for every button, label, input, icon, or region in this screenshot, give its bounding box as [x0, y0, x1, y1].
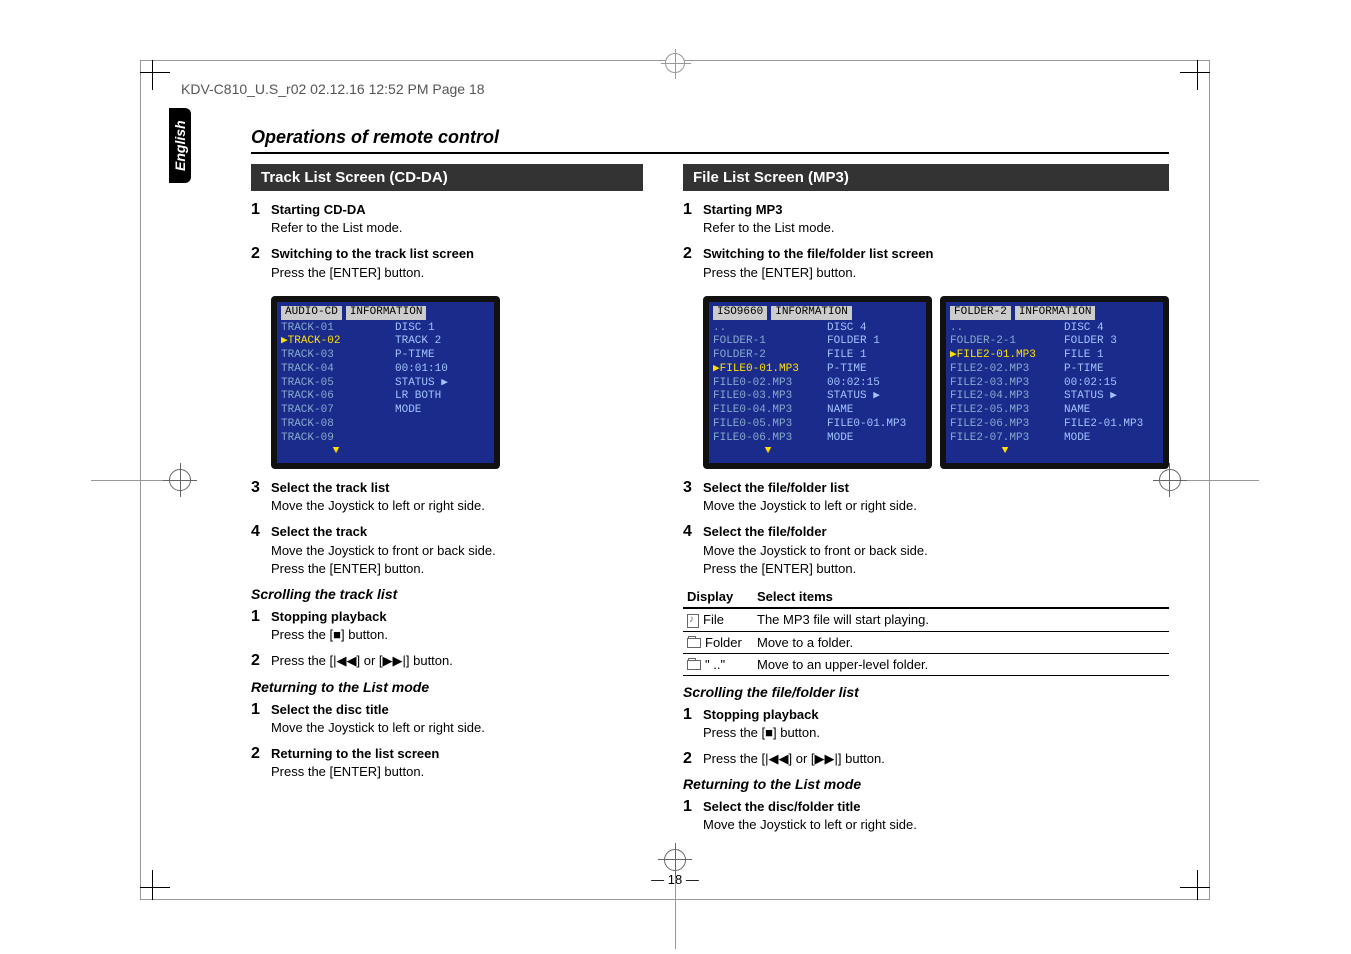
- file-icon: [687, 614, 699, 628]
- instruction-step: 2 Press the [|◀◀] or [▶▶|] button.: [251, 652, 643, 670]
- subheading: Returning to the List mode: [251, 679, 643, 695]
- crop-mark: [1180, 60, 1210, 90]
- left-heading: Track List Screen (CD-DA): [251, 164, 643, 191]
- step-number: 1: [683, 201, 703, 237]
- step-title: Returning to the list screen: [271, 745, 439, 763]
- step-number: 3: [251, 479, 271, 515]
- step-number: 1: [683, 706, 703, 742]
- step-body: Starting CD-DA Refer to the List mode.: [271, 201, 403, 237]
- step-number: 1: [251, 201, 271, 237]
- step-body: Press the [|◀◀] or [▶▶|] button.: [703, 750, 885, 768]
- folder-icon: [687, 638, 701, 648]
- step-number: 4: [683, 523, 703, 578]
- step-body: Returning to the list screen Press the […: [271, 745, 439, 781]
- language-tab: English: [169, 108, 191, 183]
- instruction-step: 1 Select the disc title Move the Joystic…: [251, 701, 643, 737]
- instruction-step: 4 Select the file/folder Move the Joysti…: [683, 523, 1169, 578]
- step-title: Stopping playback: [271, 608, 388, 626]
- step-title: Select the disc title: [271, 701, 485, 719]
- step-body: Select the track list Move the Joystick …: [271, 479, 485, 515]
- step-title: Select the track list: [271, 479, 485, 497]
- page-header-info: KDV-C810_U.S_r02 02.12.16 12:52 PM Page …: [181, 81, 1169, 97]
- table-header: Select items: [753, 586, 1169, 608]
- step-number: 2: [683, 245, 703, 281]
- left-column: Track List Screen (CD-DA) 1 Starting CD-…: [251, 164, 643, 842]
- select-items-cell: Move to an upper-level folder.: [753, 653, 1169, 675]
- step-body: Starting MP3 Refer to the List mode.: [703, 201, 835, 237]
- step-body: Switching to the file/folder list screen…: [703, 245, 933, 281]
- step-body: Select the file/folder Move the Joystick…: [703, 523, 928, 578]
- step-title: Select the disc/folder title: [703, 798, 917, 816]
- table-row: Folder Move to a folder.: [683, 631, 1169, 653]
- step-body: Press the [|◀◀] or [▶▶|] button.: [271, 652, 453, 670]
- step-title: Switching to the file/folder list screen: [703, 245, 933, 263]
- instruction-step: 2 Returning to the list screen Press the…: [251, 745, 643, 781]
- folder-icon: [687, 660, 701, 670]
- step-number: 3: [683, 479, 703, 515]
- right-column: File List Screen (MP3) 1 Starting MP3 Re…: [683, 164, 1169, 842]
- step-title: Select the track: [271, 523, 496, 541]
- instruction-step: 3 Select the track list Move the Joystic…: [251, 479, 643, 515]
- step-number: 4: [251, 523, 271, 578]
- select-items-cell: Move to a folder.: [753, 631, 1169, 653]
- step-body: Stopping playback Press the [■] button.: [271, 608, 388, 644]
- instruction-step: 1 Stopping playback Press the [■] button…: [683, 706, 1169, 742]
- step-number: 1: [251, 608, 271, 644]
- step-body: Select the disc title Move the Joystick …: [271, 701, 485, 737]
- subheading: Returning to the List mode: [683, 776, 1169, 792]
- step-title: Starting CD-DA: [271, 201, 403, 219]
- step-body: Select the disc/folder title Move the Jo…: [703, 798, 917, 834]
- registration-mark: [1159, 465, 1259, 495]
- display-cell: File: [683, 608, 753, 631]
- registration-mark: [665, 53, 685, 73]
- step-title: Select the file/folder: [703, 523, 928, 541]
- table-row: File The MP3 file will start playing.: [683, 608, 1169, 631]
- display-select-table: Display Select items File The MP3 file w…: [683, 586, 1169, 676]
- step-number: 1: [683, 798, 703, 834]
- step-number: 2: [251, 652, 271, 670]
- step-number: 2: [251, 745, 271, 781]
- osd-screenshot-cdda: AUDIO-CD INFORMATION TRACK-01▶TRACK-02 T…: [271, 296, 500, 469]
- crop-mark: [140, 60, 170, 90]
- step-body: Switching to the track list screen Press…: [271, 245, 474, 281]
- step-number: 1: [251, 701, 271, 737]
- manual-page: KDV-C810_U.S_r02 02.12.16 12:52 PM Page …: [140, 60, 1210, 900]
- osd-screenshot-mp3-folder: FOLDER-2 INFORMATION .. FOLDER-2-1▶FILE2…: [940, 296, 1169, 469]
- instruction-step: 1 Starting CD-DA Refer to the List mode.: [251, 201, 643, 237]
- step-body: Select the file/folder list Move the Joy…: [703, 479, 917, 515]
- step-number: 2: [251, 245, 271, 281]
- page-number: — 18 —: [141, 872, 1209, 887]
- instruction-step: 1 Stopping playback Press the [■] button…: [251, 608, 643, 644]
- section-title: Operations of remote control: [251, 127, 1169, 154]
- instruction-step: 2 Switching to the track list screen Pre…: [251, 245, 643, 281]
- registration-mark: [91, 465, 191, 495]
- osd-screenshot-mp3-root: ISO9660 INFORMATION .. FOLDER-1 FOLDER-2…: [703, 296, 932, 469]
- table-row: " .." Move to an upper-level folder.: [683, 653, 1169, 675]
- subheading: Scrolling the track list: [251, 586, 643, 602]
- step-title: Select the file/folder list: [703, 479, 917, 497]
- step-title: Starting MP3: [703, 201, 835, 219]
- instruction-step: 3 Select the file/folder list Move the J…: [683, 479, 1169, 515]
- display-cell: Folder: [683, 631, 753, 653]
- step-body: Select the track Move the Joystick to fr…: [271, 523, 496, 578]
- registration-mark: [660, 849, 690, 949]
- table-header: Display: [683, 586, 753, 608]
- instruction-step: 1 Starting MP3 Refer to the List mode.: [683, 201, 1169, 237]
- step-body: Stopping playback Press the [■] button.: [703, 706, 820, 742]
- instruction-step: 2 Switching to the file/folder list scre…: [683, 245, 1169, 281]
- step-number: 2: [683, 750, 703, 768]
- instruction-step: 4 Select the track Move the Joystick to …: [251, 523, 643, 578]
- display-cell: " ..": [683, 653, 753, 675]
- subheading: Scrolling the file/folder list: [683, 684, 1169, 700]
- step-title: Stopping playback: [703, 706, 820, 724]
- right-heading: File List Screen (MP3): [683, 164, 1169, 191]
- instruction-step: 1 Select the disc/folder title Move the …: [683, 798, 1169, 834]
- select-items-cell: The MP3 file will start playing.: [753, 608, 1169, 631]
- instruction-step: 2 Press the [|◀◀] or [▶▶|] button.: [683, 750, 1169, 768]
- step-title: Switching to the track list screen: [271, 245, 474, 263]
